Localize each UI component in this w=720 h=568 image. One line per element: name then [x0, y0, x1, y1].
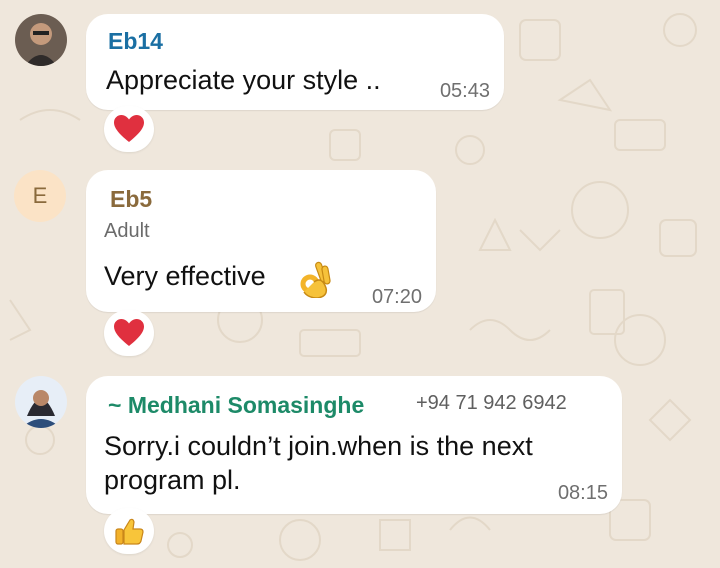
reaction-heart[interactable]: [104, 310, 154, 356]
reaction-heart[interactable]: [104, 106, 154, 152]
sender-name[interactable]: Eb5: [110, 186, 152, 213]
message-bubble[interactable]: Eb14 Appreciate your style .. 05:43: [86, 14, 504, 110]
sender-name[interactable]: ~ Medhani Somasinghe: [108, 392, 364, 419]
sender-subtitle: Adult: [104, 220, 150, 242]
ok-hand-emoji-icon: [300, 261, 331, 298]
sender-name[interactable]: Eb14: [108, 28, 163, 55]
message-time: 08:15: [557, 482, 608, 504]
sender-avatar-medhani[interactable]: [15, 376, 67, 428]
heart-icon: [114, 319, 144, 346]
thumbs-up-icon: [115, 518, 144, 545]
message-time: 07:20: [371, 286, 422, 308]
heart-icon: [114, 115, 144, 142]
message-text: Appreciate your style ..: [106, 65, 381, 95]
sender-avatar-eb14[interactable]: [15, 14, 67, 66]
message-bubble[interactable]: ~ Medhani Somasinghe +94 71 942 6942 Sor…: [86, 376, 622, 514]
message-time: 05:43: [439, 80, 490, 102]
message-bubble[interactable]: Eb5 Adult Very effective 07:20: [86, 170, 436, 312]
message-text: Very effective: [104, 261, 266, 291]
sender-avatar-eb5[interactable]: E: [14, 170, 66, 222]
message-text-line-1: Sorry.i couldn’t join.when is the next: [104, 431, 533, 461]
reaction-thumbs-up[interactable]: [104, 508, 154, 554]
message-text-line-2: program pl.: [104, 465, 241, 495]
sender-phone: +94 71 942 6942: [416, 392, 567, 414]
